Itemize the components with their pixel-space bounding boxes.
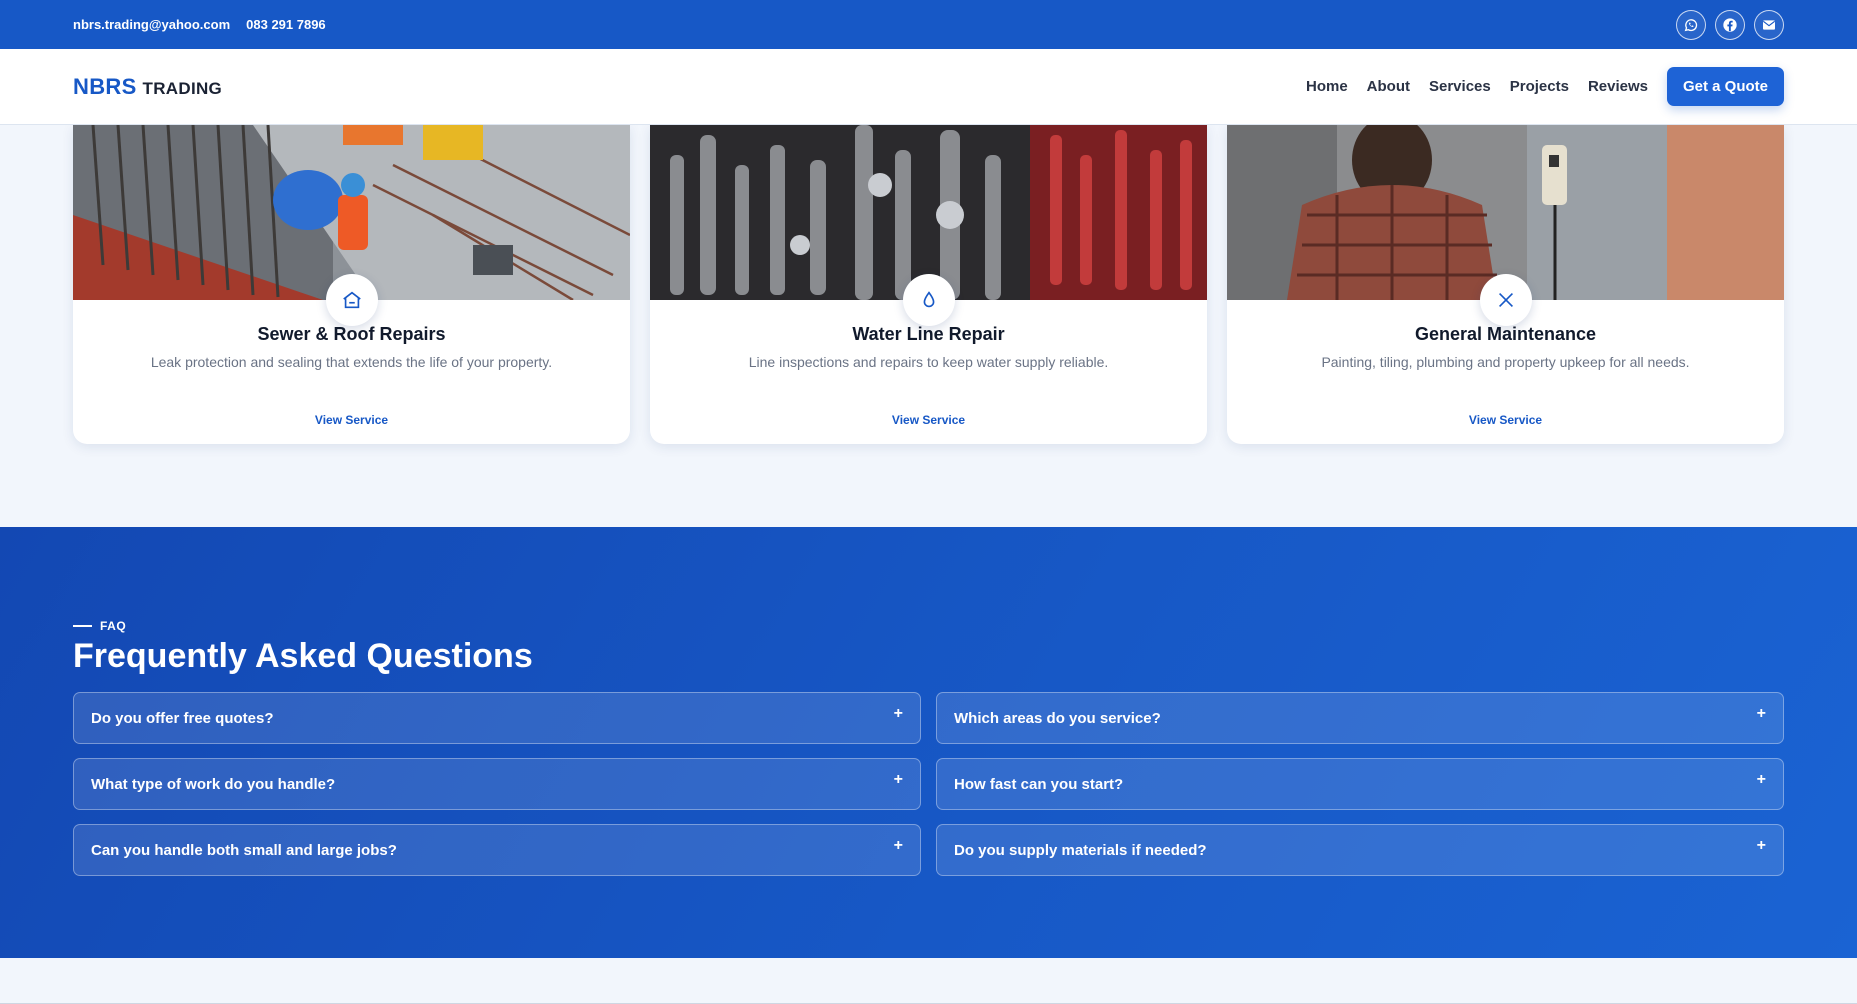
plus-icon[interactable]: + (894, 837, 903, 855)
contact-info: nbrs.trading@yahoo.com 083 291 7896 (73, 17, 326, 32)
facebook-button[interactable] (1715, 9, 1745, 40)
service-cards: Sewer & Roof Repairs Leak protection and… (73, 125, 1784, 444)
faq-question: What type of work do you handle? (91, 775, 336, 793)
mail-button[interactable] (1754, 9, 1784, 40)
nav-link-projects[interactable]: Projects (1510, 78, 1569, 95)
faq-item[interactable]: What type of work do you handle? + (73, 758, 921, 810)
mail-icon (1762, 19, 1776, 30)
faq-list: Do you offer free quotes? + Which areas … (73, 692, 1784, 876)
faq-question: Do you supply materials if needed? (954, 841, 1207, 859)
plus-icon[interactable]: + (1757, 837, 1766, 855)
whatsapp-icon (1684, 18, 1698, 31)
faq-item[interactable]: Do you offer free quotes? + (73, 692, 921, 744)
faq-eyebrow: FAQ (73, 619, 126, 633)
faq-question: How fast can you start? (954, 775, 1124, 793)
faq-item[interactable]: Can you handle both small and large jobs… (73, 824, 921, 876)
nav-link-reviews[interactable]: Reviews (1588, 78, 1648, 95)
service-badge (1479, 274, 1532, 326)
logo-brand: NBRS (73, 73, 137, 99)
logo-sub: TRADING (142, 78, 223, 98)
site-logo[interactable]: NBRS TRADING (73, 74, 222, 100)
view-service-link[interactable]: View Service (650, 413, 1207, 427)
faq-title: Frequently Asked Questions (73, 637, 533, 675)
service-description: Line inspections and repairs to keep wat… (748, 354, 1109, 370)
contact-phone[interactable]: 083 291 7896 (246, 17, 326, 32)
nav-link-about[interactable]: About (1367, 78, 1410, 95)
contact-email[interactable]: nbrs.trading@yahoo.com (73, 17, 230, 32)
tools-icon (1498, 292, 1513, 308)
service-card-general-maintenance: General Maintenance Painting, tiling, pl… (1227, 125, 1784, 444)
service-title: Water Line Repair (852, 324, 1005, 344)
faq-question: Do you offer free quotes? (91, 709, 274, 727)
service-card-sewer-roof: Sewer & Roof Repairs Leak protection and… (73, 125, 630, 444)
service-description: Leak protection and sealing that extends… (150, 354, 553, 370)
faq-question: Can you handle both small and large jobs… (91, 841, 397, 859)
plus-icon[interactable]: + (894, 771, 903, 789)
plus-icon[interactable]: + (894, 705, 903, 723)
plus-icon[interactable]: + (1757, 771, 1766, 789)
service-description: Painting, tiling, plumbing and property … (1321, 354, 1690, 370)
service-title: General Maintenance (1414, 324, 1597, 344)
house-icon (342, 291, 361, 309)
plus-icon[interactable]: + (1757, 705, 1766, 723)
main-navbar: NBRS TRADING Home About Services Project… (0, 49, 1857, 125)
top-contact-bar: nbrs.trading@yahoo.com 083 291 7896 (0, 0, 1857, 49)
nav-link-home[interactable]: Home (1306, 78, 1348, 95)
whatsapp-button[interactable] (1676, 9, 1706, 40)
service-badge (325, 274, 378, 326)
service-title: Sewer & Roof Repairs (257, 324, 446, 344)
get-quote-button[interactable]: Get a Quote (1666, 67, 1784, 106)
nav-links: Home About Services Projects Reviews Get… (1306, 67, 1784, 106)
social-links (1676, 9, 1784, 40)
faq-section: FAQ Frequently Asked Questions Do you of… (0, 527, 1857, 958)
nav-link-services[interactable]: Services (1429, 78, 1491, 95)
faq-item[interactable]: Do you supply materials if needed? + (936, 824, 1784, 876)
facebook-icon (1723, 17, 1737, 32)
water-drop-icon (923, 291, 934, 308)
service-card-water-line: Water Line Repair Line inspections and r… (650, 125, 1207, 444)
faq-eyebrow-label: FAQ (100, 619, 127, 633)
view-service-link[interactable]: View Service (1227, 413, 1784, 427)
faq-item[interactable]: Which areas do you service? + (936, 692, 1784, 744)
view-service-link[interactable]: View Service (73, 413, 630, 427)
faq-item[interactable]: How fast can you start? + (936, 758, 1784, 810)
eyebrow-line (73, 625, 92, 627)
service-badge (902, 274, 955, 326)
faq-question: Which areas do you service? (954, 709, 1161, 727)
next-section-strip (0, 958, 1857, 1004)
